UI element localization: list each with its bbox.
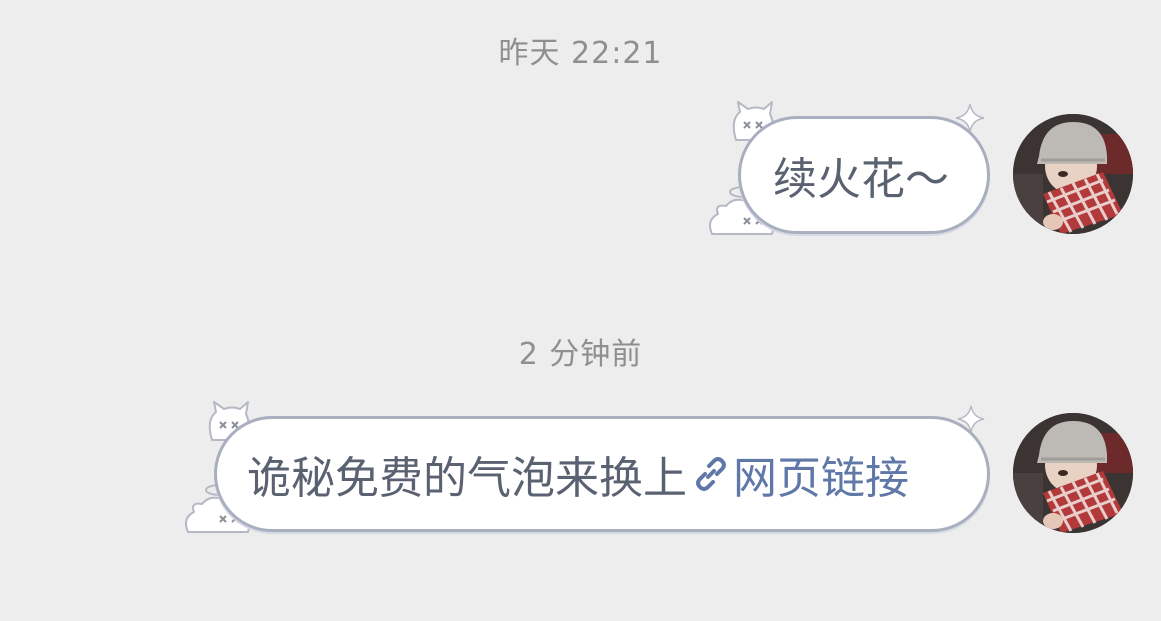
web-link[interactable]: 网页链接 — [687, 442, 909, 506]
message-bubble-outgoing[interactable]: 续火花～ — [738, 116, 990, 234]
message-text: 续火花～ — [773, 154, 949, 205]
timestamp-yesterday: 昨天 22:21 — [498, 36, 663, 71]
timestamp-recent: 2 分钟前 — [518, 337, 643, 372]
avatar[interactable] — [1013, 114, 1133, 234]
message-text: 诡秘免费的气泡来换上 — [247, 453, 687, 504]
link-text: 网页链接 — [733, 453, 909, 504]
message-bubble-outgoing[interactable]: 诡秘免费的气泡来换上 网页链接 — [214, 416, 990, 532]
avatar[interactable] — [1013, 413, 1133, 533]
link-icon — [696, 457, 726, 491]
